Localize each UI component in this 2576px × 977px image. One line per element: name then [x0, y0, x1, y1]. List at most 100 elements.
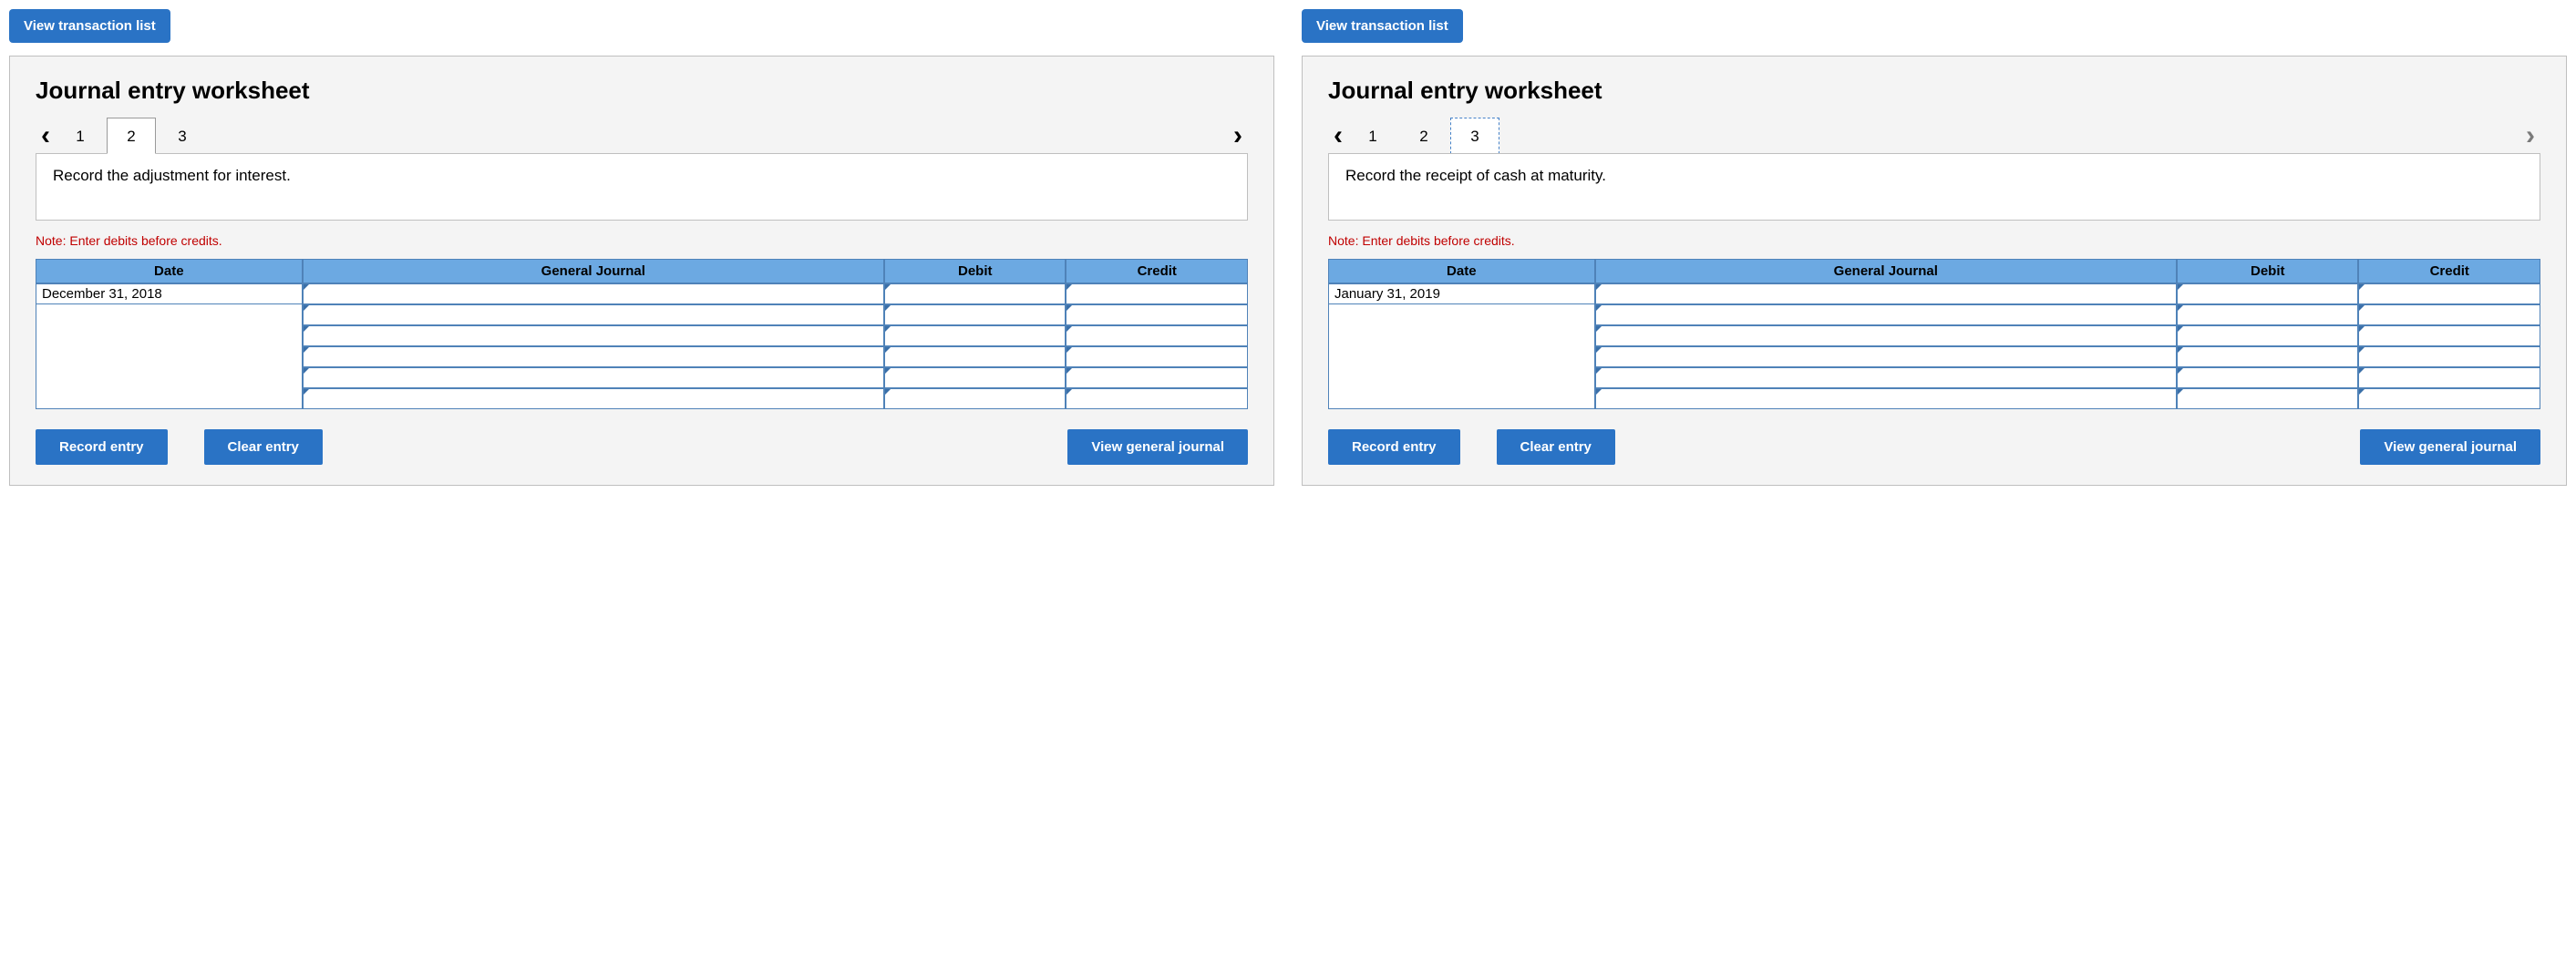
record-entry-button[interactable]: Record entry: [1328, 429, 1460, 465]
cell-credit[interactable]: [2358, 367, 2540, 388]
tab-3[interactable]: 3: [158, 118, 207, 154]
worksheet-container: Journal entry worksheet ‹ 1 2 3 › Record…: [9, 56, 1274, 486]
journal-panel: View transaction list Journal entry work…: [1302, 9, 2567, 486]
prompt-box: Record the receipt of cash at maturity.: [1328, 153, 2540, 221]
chevron-left-icon[interactable]: ‹: [1328, 122, 1348, 149]
cell-general-journal[interactable]: [303, 388, 884, 409]
col-header-general-journal: General Journal: [303, 259, 884, 283]
journal-table: Date General Journal Debit Credit Decemb…: [36, 259, 1248, 409]
table-row: [1328, 304, 2540, 325]
chevron-left-icon[interactable]: ‹: [36, 122, 56, 149]
cell-credit[interactable]: [2358, 346, 2540, 367]
col-header-general-journal: General Journal: [1595, 259, 2177, 283]
cell-date[interactable]: [1328, 367, 1595, 388]
cell-credit[interactable]: [1066, 283, 1248, 304]
chevron-right-icon[interactable]: ›: [1228, 122, 1248, 149]
table-row: [36, 346, 1248, 367]
tab-1[interactable]: 1: [56, 118, 105, 154]
cell-debit[interactable]: [2177, 367, 2359, 388]
clear-entry-button[interactable]: Clear entry: [1497, 429, 1615, 465]
cell-credit[interactable]: [1066, 346, 1248, 367]
journal-panel: View transaction list Journal entry work…: [9, 9, 1274, 486]
cell-debit[interactable]: [2177, 304, 2359, 325]
cell-general-journal[interactable]: [1595, 388, 2177, 409]
table-row: [36, 367, 1248, 388]
cell-debit[interactable]: [884, 388, 1066, 409]
chevron-right-icon[interactable]: ›: [2520, 122, 2540, 149]
cell-debit[interactable]: [2177, 388, 2359, 409]
view-transaction-list-button[interactable]: View transaction list: [1302, 9, 1463, 43]
table-row: [1328, 346, 2540, 367]
journal-table: Date General Journal Debit Credit Januar…: [1328, 259, 2540, 409]
cell-general-journal[interactable]: [1595, 304, 2177, 325]
worksheet-title: Journal entry worksheet: [36, 77, 1248, 105]
col-header-date: Date: [1328, 259, 1595, 283]
tab-1[interactable]: 1: [1348, 118, 1397, 154]
cell-general-journal[interactable]: [303, 304, 884, 325]
col-header-credit: Credit: [2358, 259, 2540, 283]
cell-credit[interactable]: [2358, 388, 2540, 409]
table-row: [1328, 325, 2540, 346]
note-text: Note: Enter debits before credits.: [36, 233, 1248, 248]
cell-debit[interactable]: [884, 346, 1066, 367]
tab-2[interactable]: 2: [107, 118, 156, 154]
cell-debit[interactable]: [884, 283, 1066, 304]
cell-debit[interactable]: [2177, 325, 2359, 346]
cell-debit[interactable]: [2177, 346, 2359, 367]
cell-date[interactable]: [36, 304, 303, 325]
table-row: [36, 325, 1248, 346]
table-row: [1328, 388, 2540, 409]
cell-date[interactable]: [1328, 388, 1595, 409]
cell-date[interactable]: [36, 346, 303, 367]
view-general-journal-button[interactable]: View general journal: [2360, 429, 2540, 465]
cell-credit[interactable]: [1066, 367, 1248, 388]
cell-date[interactable]: [36, 325, 303, 346]
cell-general-journal[interactable]: [1595, 283, 2177, 304]
cell-date[interactable]: [36, 388, 303, 409]
cell-general-journal[interactable]: [303, 325, 884, 346]
button-row: Record entry Clear entry View general jo…: [36, 429, 1248, 465]
worksheet-title: Journal entry worksheet: [1328, 77, 2540, 105]
cell-date[interactable]: [1328, 325, 1595, 346]
cell-debit[interactable]: [884, 304, 1066, 325]
worksheet-container: Journal entry worksheet ‹ 1 2 3 › Record…: [1302, 56, 2567, 486]
prompt-box: Record the adjustment for interest.: [36, 153, 1248, 221]
cell-date[interactable]: [1328, 346, 1595, 367]
cell-credit[interactable]: [1066, 388, 1248, 409]
view-transaction-list-button[interactable]: View transaction list: [9, 9, 170, 43]
cell-credit[interactable]: [1066, 325, 1248, 346]
clear-entry-button[interactable]: Clear entry: [204, 429, 323, 465]
cell-general-journal[interactable]: [1595, 346, 2177, 367]
cell-general-journal[interactable]: [303, 367, 884, 388]
tabs-row: ‹ 1 2 3 ›: [1328, 118, 2540, 154]
table-row: [36, 304, 1248, 325]
table-row: [36, 388, 1248, 409]
cell-general-journal[interactable]: [1595, 325, 2177, 346]
cell-date[interactable]: [36, 367, 303, 388]
tab-3[interactable]: 3: [1450, 118, 1499, 154]
cell-general-journal[interactable]: [303, 346, 884, 367]
record-entry-button[interactable]: Record entry: [36, 429, 168, 465]
col-header-debit: Debit: [2177, 259, 2359, 283]
table-row: [1328, 367, 2540, 388]
cell-credit[interactable]: [2358, 325, 2540, 346]
cell-debit[interactable]: [884, 367, 1066, 388]
cell-credit[interactable]: [1066, 304, 1248, 325]
cell-date[interactable]: December 31, 2018: [36, 283, 303, 304]
cell-credit[interactable]: [2358, 304, 2540, 325]
cell-general-journal[interactable]: [1595, 367, 2177, 388]
table-header-row: Date General Journal Debit Credit: [1328, 259, 2540, 283]
cell-date[interactable]: [1328, 304, 1595, 325]
cell-date[interactable]: January 31, 2019: [1328, 283, 1595, 304]
cell-debit[interactable]: [2177, 283, 2359, 304]
tab-2[interactable]: 2: [1399, 118, 1448, 154]
cell-general-journal[interactable]: [303, 283, 884, 304]
table-row: December 31, 2018: [36, 283, 1248, 304]
cell-credit[interactable]: [2358, 283, 2540, 304]
table-header-row: Date General Journal Debit Credit: [36, 259, 1248, 283]
button-row: Record entry Clear entry View general jo…: [1328, 429, 2540, 465]
view-general-journal-button[interactable]: View general journal: [1067, 429, 1248, 465]
col-header-date: Date: [36, 259, 303, 283]
tabs-row: ‹ 1 2 3 ›: [36, 118, 1248, 154]
cell-debit[interactable]: [884, 325, 1066, 346]
